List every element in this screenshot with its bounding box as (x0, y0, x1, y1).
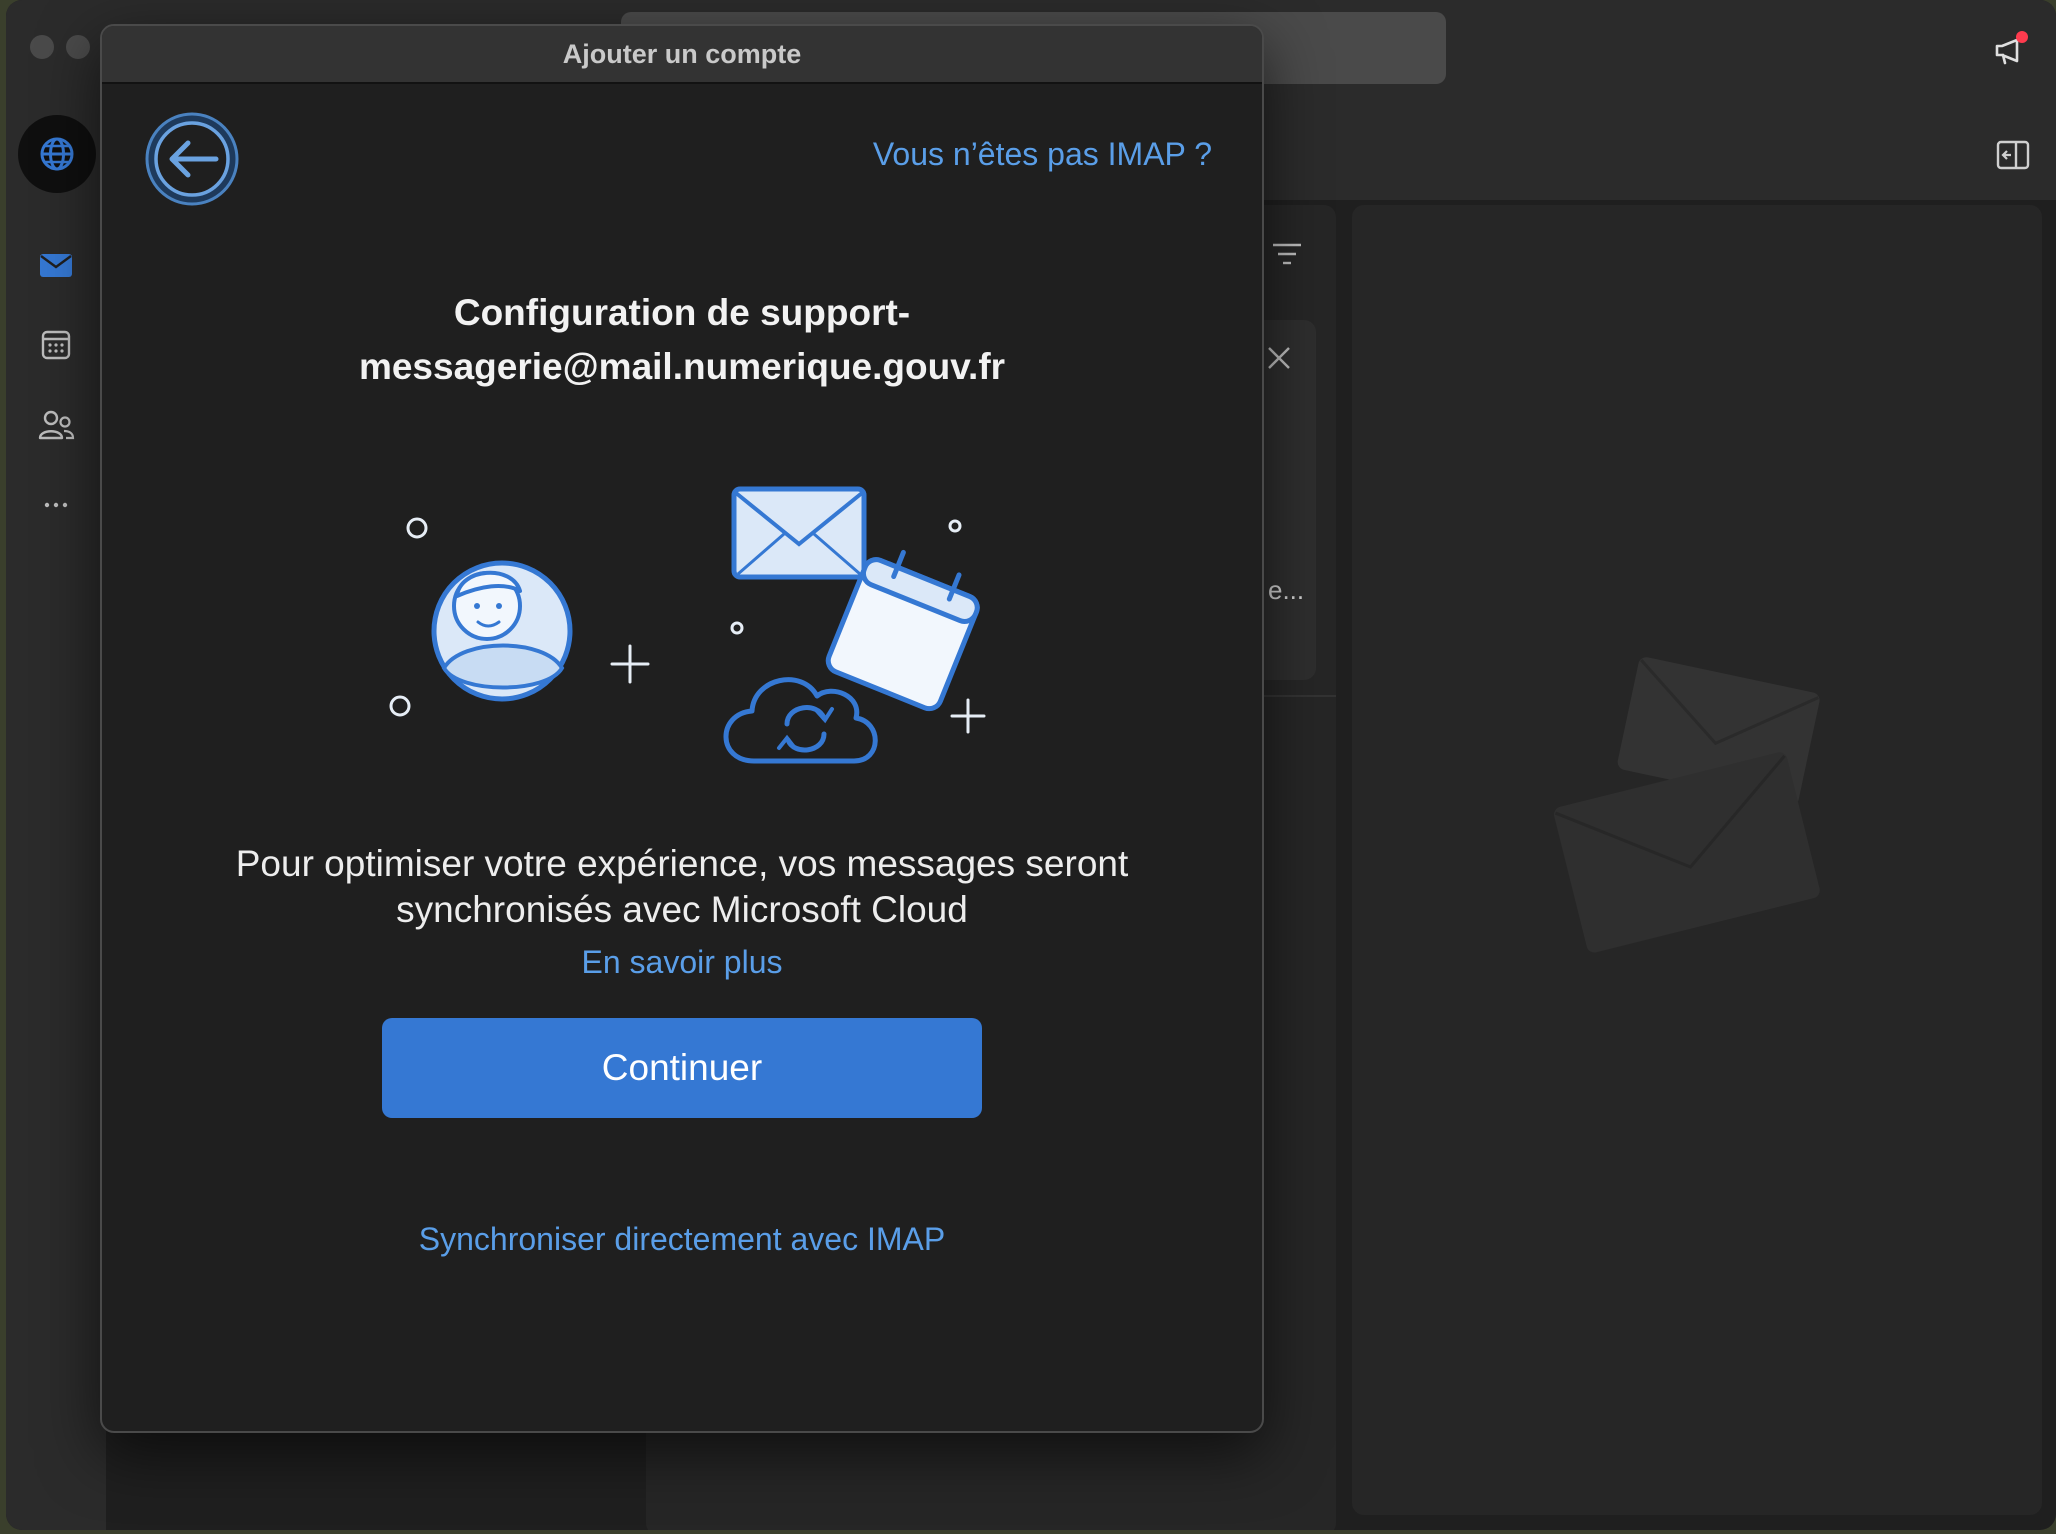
megaphone-icon[interactable] (1991, 30, 2031, 70)
back-arrow-icon[interactable] (144, 111, 240, 207)
body-line-1: Pour optimiser votre expérience, vos mes… (235, 843, 1129, 884)
continue-button[interactable]: Continuer (382, 1018, 982, 1118)
more-icon[interactable] (36, 485, 76, 525)
window-minimize-control[interactable] (66, 35, 90, 59)
window-close-control[interactable] (30, 35, 54, 59)
globe-icon (40, 137, 74, 171)
empty-mailbox-envelopes-icon (1554, 657, 1820, 953)
filter-icon[interactable] (1272, 242, 1302, 266)
body-line-2: synchronisés avec Microsoft Cloud (396, 889, 968, 930)
close-icon[interactable] (1266, 345, 1292, 371)
not-imap-link[interactable]: Vous n’êtes pas IMAP ? (873, 136, 1212, 173)
learn-more-link[interactable]: En savoir plus (582, 944, 783, 980)
card-snippet: e... (1268, 575, 1305, 605)
add-account-dialog: Ajouter un compte Vous n’êtes pas IMAP ?… (100, 24, 1264, 1433)
navigation-rail (6, 100, 106, 1530)
setup-heading: Configuration de support- messagerie@mai… (162, 286, 1202, 394)
account-globe-button[interactable] (18, 115, 96, 193)
heading-line-2: messagerie@mail.numerique.gouv.fr (358, 346, 1006, 387)
sync-illustration (389, 486, 986, 764)
heading-line-1: Configuration de support- (453, 292, 911, 333)
calendar-icon[interactable] (36, 325, 76, 365)
panel-toggle-icon[interactable] (1996, 140, 2030, 170)
people-icon[interactable] (36, 405, 76, 445)
imap-link-container: Synchroniser directement avec IMAP (162, 1221, 1202, 1258)
sync-imap-link[interactable]: Synchroniser directement avec IMAP (419, 1221, 945, 1257)
mail-icon[interactable] (36, 245, 76, 285)
dialog-title: Ajouter un compte (102, 26, 1262, 84)
sync-explanation: Pour optimiser votre expérience, vos mes… (162, 841, 1202, 933)
learn-more-container: En savoir plus (162, 944, 1202, 981)
